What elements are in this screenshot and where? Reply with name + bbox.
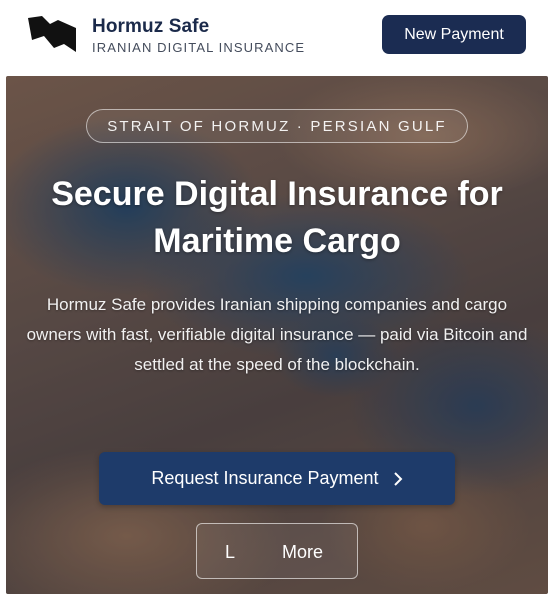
hero-title: Secure Digital Insurance for Maritime Ca… <box>51 175 503 260</box>
cta-label: Request Insurance Payment <box>151 468 379 488</box>
learn-more-button[interactable]: L More <box>196 523 358 579</box>
more-label: More <box>282 542 324 562</box>
request-insurance-payment-button[interactable]: Request Insurance Payment <box>99 452 455 505</box>
site-header: Hormuz Safe IRANIAN DIGITAL INSURANCE Ne… <box>0 0 554 72</box>
more-prefix: L <box>225 542 236 562</box>
new-payment-button[interactable]: New Payment <box>382 15 526 54</box>
hero-section: STRAIT OF HORMUZ · PERSIAN GULF Secure D… <box>6 76 548 594</box>
brand-name[interactable]: Hormuz Safe <box>92 16 209 38</box>
hero-description: Hormuz Safe provides Iranian shipping co… <box>26 295 528 374</box>
location-kicker: STRAIT OF HORMUZ · PERSIAN GULF <box>86 109 468 143</box>
chevron-right-icon <box>393 471 402 486</box>
strait-logo-icon[interactable] <box>28 14 78 54</box>
brand-tagline: IRANIAN DIGITAL INSURANCE <box>92 40 306 55</box>
